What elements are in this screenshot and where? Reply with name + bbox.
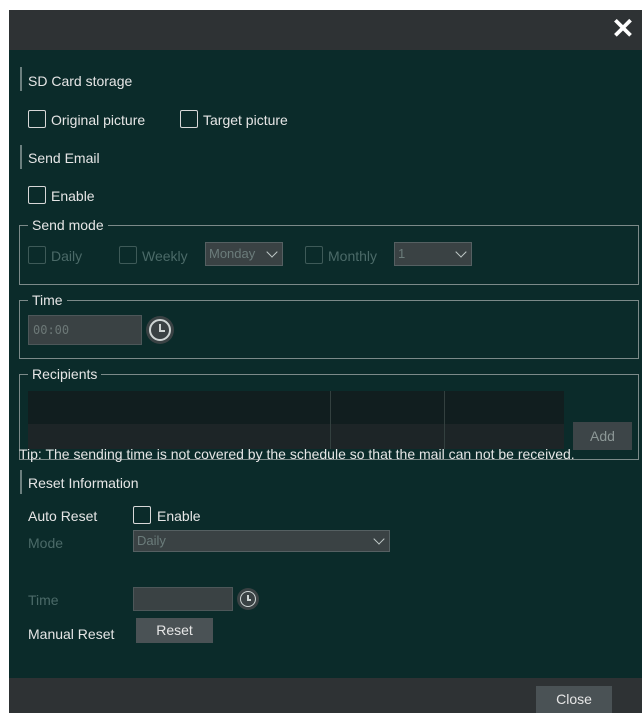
chevron-down-icon: [455, 246, 467, 258]
monthly-checkbox[interactable]: [305, 246, 323, 264]
send-mode-legend: Send mode: [32, 217, 104, 233]
recipients-table-header: [28, 391, 564, 424]
auto-reset-enable-label: Enable: [157, 508, 201, 524]
auto-reset-label: Auto Reset: [28, 508, 98, 524]
reset-mode-value: Daily: [137, 533, 166, 548]
weekday-select-value: Monday: [209, 246, 256, 261]
weekly-label: Weekly: [142, 248, 188, 264]
clock-icon[interactable]: [146, 316, 174, 344]
section-marker: [20, 67, 22, 91]
section-marker: [20, 470, 22, 494]
recipients-table: [28, 391, 564, 449]
close-button[interactable]: Close: [536, 686, 612, 713]
sd-card-section-title: SD Card storage: [28, 73, 133, 89]
target-picture-checkbox[interactable]: [180, 110, 198, 128]
monthly-label: Monthly: [328, 248, 378, 264]
daily-checkbox[interactable]: [28, 246, 46, 264]
reset-time-input[interactable]: [133, 587, 233, 611]
target-picture-label: Target picture: [203, 112, 288, 128]
reset-mode-select[interactable]: Daily: [133, 530, 390, 552]
month-day-select-value: 1: [398, 246, 406, 261]
dialog-footer: Close: [9, 678, 642, 713]
send-email-enable-label: Enable: [51, 188, 95, 204]
clock-icon[interactable]: [237, 588, 259, 610]
dialog-titlebar: ✕: [9, 10, 642, 50]
manual-reset-label: Manual Reset: [28, 626, 115, 642]
add-recipient-button[interactable]: Add: [573, 422, 632, 450]
weekday-select[interactable]: Monday: [205, 242, 283, 266]
time-legend: Time: [32, 292, 63, 308]
original-picture-checkbox[interactable]: [28, 110, 46, 128]
reset-mode-label: Mode: [28, 535, 64, 551]
reset-button[interactable]: Reset: [136, 618, 213, 643]
close-x-icon[interactable]: ✕: [608, 14, 638, 44]
table-header-cell: [444, 391, 564, 424]
auto-reset-enable-checkbox[interactable]: [133, 506, 151, 524]
original-picture-label: Original picture: [51, 112, 146, 128]
send-email-enable-checkbox[interactable]: [28, 186, 46, 204]
chevron-down-icon: [266, 246, 278, 258]
chevron-down-icon: [373, 533, 385, 545]
reset-section-title: Reset Information: [28, 475, 139, 491]
email-settings-dialog: ✕ SD Card storage Original picture Targe…: [9, 10, 642, 713]
send-email-section-title: Send Email: [28, 150, 100, 166]
recipients-legend: Recipients: [32, 366, 98, 382]
send-time-input[interactable]: 00:00: [28, 315, 142, 345]
table-header-cell: [28, 391, 331, 424]
tip-text: Tip: The sending time is not covered by …: [19, 446, 575, 462]
daily-label: Daily: [51, 248, 83, 264]
month-day-select[interactable]: 1: [394, 242, 472, 266]
section-marker: [20, 145, 22, 169]
weekly-checkbox[interactable]: [119, 246, 137, 264]
table-header-cell: [330, 391, 445, 424]
reset-time-label: Time: [28, 592, 59, 608]
